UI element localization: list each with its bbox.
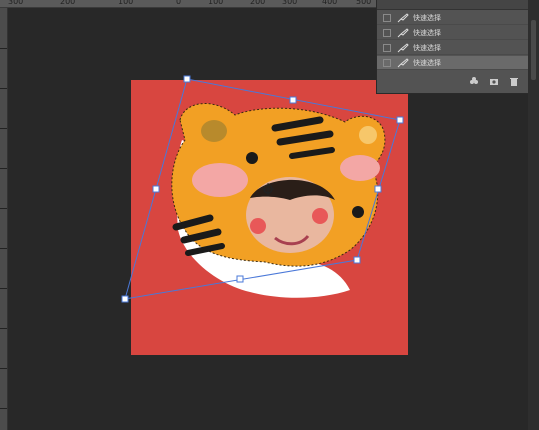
tiger-cheek [340, 155, 380, 181]
transform-handle [289, 96, 297, 104]
layer-name: 快速选择 [413, 13, 441, 22]
visibility-toggle[interactable] [383, 13, 391, 22]
transform-handle [152, 185, 160, 193]
layer-row[interactable]: 快速选择 [377, 26, 529, 40]
transform-handle [121, 295, 129, 303]
scrollbar-thumb[interactable] [531, 20, 536, 80]
face-blush [250, 218, 266, 234]
tiger-eye [352, 206, 364, 218]
layer-name: 快速选择 [413, 58, 441, 67]
trash-icon[interactable] [509, 76, 519, 86]
transform-handle [183, 75, 191, 83]
layers-footer [377, 70, 529, 92]
brush-icon [397, 12, 409, 22]
tiger-ear [201, 120, 227, 142]
layer-row-selected[interactable]: 快速选择 [377, 56, 529, 70]
transform-handle [374, 185, 382, 193]
new-group-icon[interactable] [469, 76, 479, 86]
transform-handle [353, 256, 361, 264]
vertical-scrollbar[interactable] [528, 0, 539, 430]
brush-icon [397, 57, 409, 67]
layer-row[interactable]: 快速选择 [377, 41, 529, 55]
layer-name: 快速选择 [413, 28, 441, 37]
brush-icon [397, 27, 409, 37]
camera-icon[interactable] [489, 76, 499, 86]
visibility-toggle[interactable] [383, 43, 391, 52]
brush-icon [397, 42, 409, 52]
layers-panel-header [377, 0, 529, 10]
face-blush [312, 208, 328, 224]
layer-row[interactable]: 快速选择 [377, 11, 529, 25]
transform-handle [396, 116, 404, 124]
visibility-toggle[interactable] [383, 58, 391, 67]
tiger-cheek [192, 163, 248, 197]
layers-panel: 快速选择 快速选择 快速选择 快速选择 [376, 0, 529, 94]
transform-handle [236, 275, 244, 283]
layer-name: 快速选择 [413, 43, 441, 52]
tiger-eye [246, 152, 258, 164]
tiger-ear [359, 126, 377, 144]
visibility-toggle[interactable] [383, 28, 391, 37]
